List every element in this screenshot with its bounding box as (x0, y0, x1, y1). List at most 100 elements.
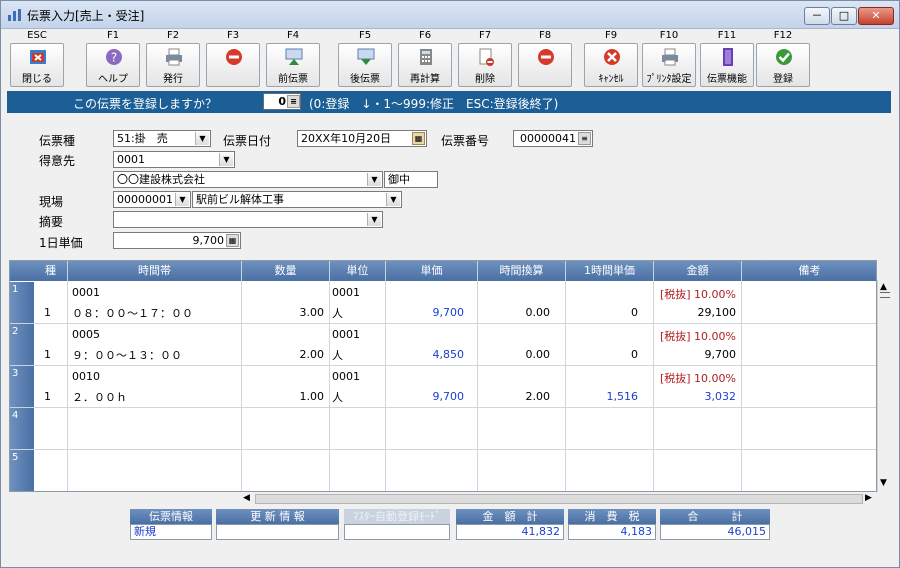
cell-unit[interactable]: 人 (332, 305, 343, 321)
cell-time-code[interactable]: 0005 (72, 328, 100, 341)
function-key-label: F4 (286, 30, 300, 41)
column-header[interactable]: 1時間単価 (566, 261, 654, 281)
cell-kind[interactable]: 1 (44, 306, 51, 319)
row-number[interactable]: 1 (10, 282, 34, 324)
spin-icon[interactable]: ≡ (287, 95, 300, 108)
svg-text:?: ? (111, 51, 117, 65)
cell-unit-code[interactable]: 0001 (332, 286, 360, 299)
toolbar-f2: F2 発行 (145, 29, 201, 89)
cell-hourly-price[interactable]: 0 (566, 306, 638, 319)
cell-hourly-price[interactable]: 0 (566, 348, 638, 361)
close-window-button[interactable]: ✕ (858, 7, 894, 25)
cell-amount[interactable]: 3,032 (654, 390, 737, 403)
cell-time-range[interactable]: ０８：００～１７：００ (72, 305, 193, 321)
toolbar-button-f6[interactable]: 再計算 (398, 43, 452, 87)
prohibited-icon (538, 49, 554, 65)
cell-kind[interactable]: 1 (44, 390, 51, 403)
row-number[interactable]: 5 (10, 450, 34, 491)
cell-unit-price[interactable]: 4,850 (386, 348, 465, 361)
cell-hourly-price[interactable]: 1,516 (566, 390, 639, 403)
toolbar-button-esc[interactable]: 閉じる (10, 43, 64, 87)
cell-kind[interactable]: 1 (44, 348, 51, 361)
cell-unit-code[interactable]: 0001 (332, 370, 360, 383)
cell-amount[interactable]: 9,700 (654, 348, 737, 361)
cell-quantity[interactable]: 2.00 (242, 348, 325, 361)
confirm-question: この伝票を登録しますか？ (73, 97, 218, 111)
maximize-button[interactable]: □ (831, 7, 857, 25)
column-header[interactable]: 単価 (386, 261, 478, 281)
chevron-down-icon[interactable]: ▼ (175, 193, 189, 206)
cell-unit[interactable]: 人 (332, 347, 343, 363)
cell-tax-rate[interactable]: [税抜] 10.00% (654, 286, 736, 302)
column-header[interactable]: 備考 (742, 261, 876, 281)
daily-rate-field[interactable]: 9,700 ▦ (113, 232, 241, 249)
tax-label: 消 費 税 (568, 509, 656, 524)
slip-type-select[interactable]: 51:掛 売 ▼ (113, 130, 211, 147)
row-number[interactable]: 2 (10, 324, 34, 366)
honorific-field[interactable]: 御中 (384, 171, 438, 188)
row-number[interactable]: 4 (10, 408, 34, 450)
scroll-up-icon[interactable]: ▲ (880, 282, 887, 292)
cell-tax-rate[interactable]: [税抜] 10.00% (654, 328, 736, 344)
scroll-thumb[interactable] (880, 292, 890, 298)
slip-date-field[interactable]: 20XX年10月20日 ▦ (297, 130, 427, 147)
column-divider (741, 281, 742, 491)
horizontal-scrollbar[interactable]: ◀ ▶ (241, 492, 877, 506)
toolbar-button-f9[interactable]: ｷｬﾝｾﾙ (584, 43, 638, 87)
scroll-right-icon[interactable]: ▶ (865, 493, 872, 503)
horizontal-scroll-thumb[interactable] (255, 494, 863, 504)
cell-unit[interactable]: 人 (332, 389, 343, 405)
column-header[interactable]: 種 (34, 261, 68, 281)
chevron-down-icon[interactable]: ▼ (219, 153, 233, 166)
cell-hours[interactable]: 2.00 (478, 390, 551, 403)
cell-amount[interactable]: 29,100 (654, 306, 737, 319)
column-header[interactable]: 数量 (242, 261, 330, 281)
column-header[interactable]: 金額 (654, 261, 742, 281)
toolbar-button-f2[interactable]: 発行 (146, 43, 200, 87)
cell-time-range[interactable]: ９：００～１３：００ (72, 347, 182, 363)
calculator-spin-icon[interactable]: ▦ (226, 234, 239, 247)
cell-unit-price[interactable]: 9,700 (386, 306, 465, 319)
site-code-select[interactable]: 00000001 ▼ (113, 191, 191, 208)
toolbar-button-f12[interactable]: 登録 (756, 43, 810, 87)
slip-number-field[interactable]: 00000041 ≡ (513, 130, 593, 147)
chevron-down-icon[interactable]: ▼ (367, 213, 381, 226)
number-spin-icon[interactable]: ≡ (578, 132, 591, 145)
calendar-icon[interactable]: ▦ (412, 132, 425, 145)
cell-time-code[interactable]: 0001 (72, 286, 100, 299)
chevron-down-icon[interactable]: ▼ (386, 193, 400, 206)
toolbar-button-f10[interactable]: ﾌﾟﾘﾝﾀ設定 (642, 43, 696, 87)
cell-quantity[interactable]: 3.00 (242, 306, 325, 319)
cell-hours[interactable]: 0.00 (478, 348, 551, 361)
toolbar-button-f11[interactable]: 伝票機能 (700, 43, 754, 87)
toolbar-button-f3-disabled[interactable] (206, 43, 260, 87)
column-header[interactable]: 時間換算 (478, 261, 566, 281)
vertical-scrollbar[interactable]: ▲ ▼ (877, 280, 891, 492)
toolbar-button-f7[interactable]: 削除 (458, 43, 512, 87)
function-key-label: F1 (106, 30, 120, 41)
scroll-down-icon[interactable]: ▼ (880, 478, 887, 488)
toolbar-button-f1[interactable]: ? ヘルプ (86, 43, 140, 87)
cell-time-range[interactable]: ２．００ｈ (72, 389, 127, 405)
minimize-button[interactable]: － (804, 7, 830, 25)
toolbar-button-f8-disabled[interactable] (518, 43, 572, 87)
column-header[interactable]: 単位 (330, 261, 386, 281)
cell-quantity[interactable]: 1.00 (242, 390, 325, 403)
cell-tax-rate[interactable]: [税抜] 10.00% (654, 370, 736, 386)
chevron-down-icon[interactable]: ▼ (195, 132, 209, 145)
column-header[interactable]: 時間帯 (68, 261, 242, 281)
site-name-select[interactable]: 駅前ビル解体工事 ▼ (192, 191, 402, 208)
customer-name-select[interactable]: 〇〇建設株式会社 ▼ (113, 171, 383, 188)
toolbar-button-f5[interactable]: 後伝票 (338, 43, 392, 87)
cell-hours[interactable]: 0.00 (478, 306, 551, 319)
chevron-down-icon[interactable]: ▼ (367, 173, 381, 186)
summary-select[interactable]: ▼ (113, 211, 383, 228)
scroll-left-icon[interactable]: ◀ (243, 493, 250, 503)
toolbar-button-f4[interactable]: 前伝票 (266, 43, 320, 87)
customer-code-select[interactable]: 0001 ▼ (113, 151, 235, 168)
cell-unit-code[interactable]: 0001 (332, 328, 360, 341)
row-number[interactable]: 3 (10, 366, 34, 408)
cell-time-code[interactable]: 0010 (72, 370, 100, 383)
confirm-input[interactable]: 0 ≡ (263, 93, 301, 110)
cell-unit-price[interactable]: 9,700 (386, 390, 465, 403)
